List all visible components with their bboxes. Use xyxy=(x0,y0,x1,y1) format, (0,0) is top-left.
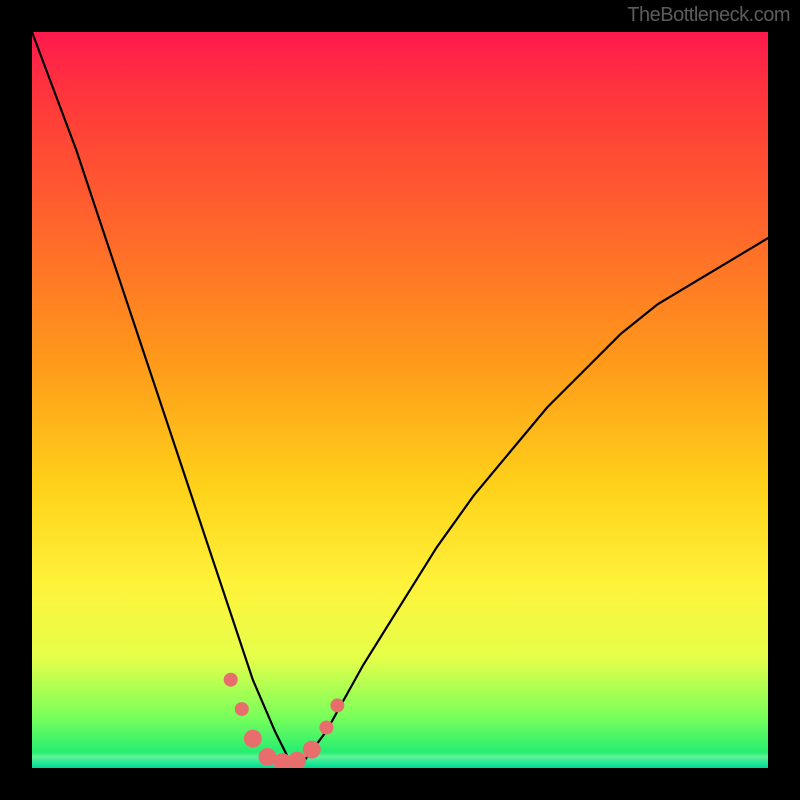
marker-dot xyxy=(244,730,262,748)
bottleneck-curve xyxy=(32,32,768,761)
curve-layer xyxy=(32,32,768,768)
plot-area xyxy=(32,32,768,768)
marker-dot xyxy=(224,673,238,687)
marker-dot xyxy=(303,741,321,759)
marker-dot xyxy=(288,752,306,768)
marker-group xyxy=(224,673,345,768)
chart-frame: TheBottleneck.com xyxy=(0,0,800,800)
marker-dot xyxy=(319,721,333,735)
watermark-text: TheBottleneck.com xyxy=(627,4,790,27)
marker-dot xyxy=(235,702,249,716)
marker-dot xyxy=(330,698,344,712)
